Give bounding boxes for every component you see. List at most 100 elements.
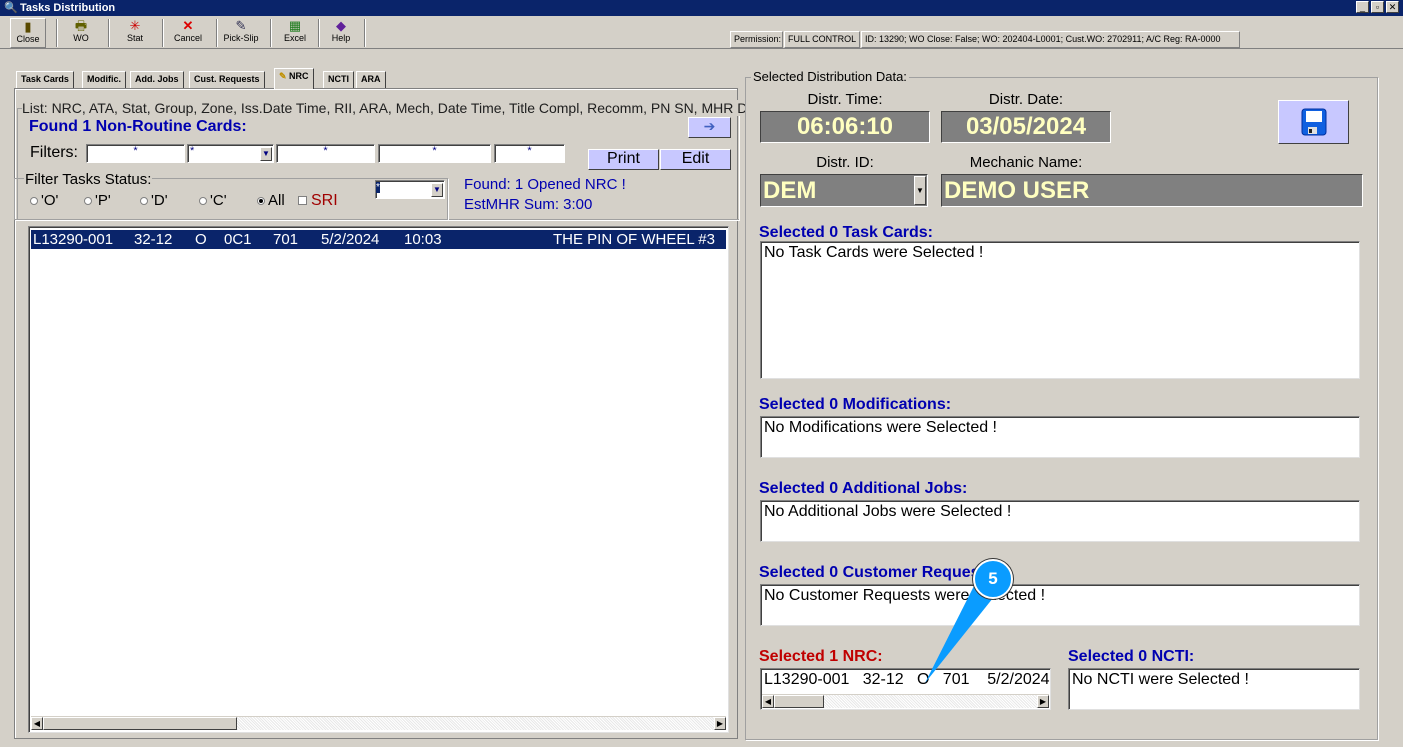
row-nrc: L13290-001 <box>33 231 114 248</box>
selected-ncti-box[interactable]: No NCTI were Selected ! <box>1068 668 1360 710</box>
excel-button[interactable]: ▦ Excel <box>280 18 310 48</box>
toolbar-separator <box>56 19 58 47</box>
row-date: 5/2/2024 <box>321 231 380 248</box>
permission-value: FULL CONTROL <box>784 31 860 48</box>
task-cards-box[interactable]: No Task Cards were Selected ! <box>760 241 1360 379</box>
toolbar-separator <box>108 19 110 47</box>
chevron-down-icon[interactable]: ▼ <box>914 176 926 205</box>
radio-all[interactable]: All <box>257 192 285 209</box>
nrc-horizontal-scrollbar[interactable]: ◀ ▶ <box>762 694 1049 708</box>
stat-button[interactable]: ✳ Stat <box>118 18 152 48</box>
tab-nrc[interactable]: ✎ NRC <box>274 68 314 89</box>
list-columns-caption: List: NRC, ATA, Stat, Group, Zone, Iss.D… <box>22 100 745 116</box>
tab-task-cards[interactable]: Task Cards <box>16 71 74 88</box>
floppy-disk-icon <box>1301 108 1326 136</box>
filter-zone-input[interactable]: * <box>494 144 565 163</box>
help-button[interactable]: ◆ Help <box>326 18 356 48</box>
chevron-down-icon[interactable]: ▼ <box>260 147 272 161</box>
pick-slip-label: Pick-Slip <box>223 33 259 43</box>
edit-button[interactable]: Edit <box>660 149 731 170</box>
table-row[interactable]: L13290-001 32-12 O 0C1 701 5/2/2024 10:0… <box>31 230 726 249</box>
row-zone: 701 <box>273 231 299 248</box>
customer-requests-box[interactable]: No Customer Requests were Selected ! <box>760 584 1360 626</box>
cancel-button[interactable]: ✕ Cancel <box>170 18 206 48</box>
status-filter-label: Filter Tasks Status: <box>24 171 153 188</box>
scroll-thumb[interactable] <box>43 717 237 730</box>
scroll-left-icon[interactable]: ◀ <box>31 717 43 730</box>
help-book-icon: ◆ <box>336 18 346 33</box>
radio-c[interactable]: 'C' <box>199 192 227 209</box>
radio-c-label: 'C' <box>210 192 227 209</box>
tab-customer-requests[interactable]: Cust. Requests <box>189 71 265 88</box>
row-stat: O <box>195 231 207 248</box>
scroll-right-icon[interactable]: ▶ <box>1037 695 1049 708</box>
permission-label: Permission: <box>730 31 783 48</box>
selected-nrc-label: Selected 1 NRC: <box>759 648 883 665</box>
status-combo-value: * <box>376 182 380 193</box>
wo-label: WO <box>73 33 89 43</box>
mechanic-name-value: DEMO USER <box>941 174 1363 207</box>
radio-o[interactable]: 'O' <box>30 192 58 209</box>
filter-nrc-input[interactable]: * <box>86 144 185 163</box>
row-title: THE PIN OF WHEEL #3 <box>553 231 715 248</box>
scroll-left-icon[interactable]: ◀ <box>762 695 774 708</box>
tab-ara[interactable]: ARA <box>356 71 386 88</box>
sri-checkbox[interactable]: SRI <box>298 192 338 210</box>
filter-ata-combo[interactable]: * ▼ <box>187 144 274 163</box>
found-opened-nrc: Found: 1 Opened NRC ! <box>464 176 626 193</box>
scroll-thumb[interactable] <box>774 695 824 708</box>
radio-o-circle[interactable] <box>30 197 38 206</box>
tab-ncti[interactable]: NCTI <box>323 71 354 88</box>
sri-checkbox-box[interactable] <box>298 196 307 206</box>
distr-id-combo[interactable]: DEM ▼ <box>760 174 928 207</box>
row-ata: 32-12 <box>134 231 173 248</box>
filter-group-input[interactable]: * <box>378 144 491 163</box>
tab-additional-jobs[interactable]: Add. Jobs <box>130 71 184 88</box>
notepad-icon: ✎ <box>279 71 290 81</box>
distr-id-label: Distr. ID: <box>816 154 874 171</box>
close-window-button[interactable]: ✕ <box>1386 1 1399 13</box>
radio-all-circle[interactable] <box>257 197 265 206</box>
filter-ata-value: * <box>190 145 195 157</box>
restore-button[interactable]: ▫ <box>1371 1 1384 13</box>
distribution-group-title: Selected Distribution Data: <box>751 69 909 84</box>
scroll-right-icon[interactable]: ▶ <box>714 717 726 730</box>
modifications-box[interactable]: No Modifications were Selected ! <box>760 416 1360 458</box>
radio-p-circle[interactable] <box>84 197 92 206</box>
close-button[interactable]: ▮ Close <box>10 18 46 48</box>
tab-modifications[interactable]: Modific. <box>82 71 126 88</box>
filter-stat-input[interactable]: * <box>276 144 375 163</box>
radio-d-label: 'D' <box>151 192 168 209</box>
chevron-down-icon[interactable]: ▼ <box>431 183 443 197</box>
distr-date-value: 03/05/2024 <box>941 111 1111 143</box>
tab-nrc-label: NRC <box>289 71 309 81</box>
excel-label: Excel <box>283 33 306 43</box>
additional-jobs-box[interactable]: No Additional Jobs were Selected ! <box>760 500 1360 542</box>
wo-info: ID: 13290; WO Close: False; WO: 202404-L… <box>861 31 1240 48</box>
toolbar-separator <box>216 19 218 47</box>
row-time: 10:03 <box>404 231 442 248</box>
nrc-list[interactable]: L13290-001 32-12 O 0C1 701 5/2/2024 10:0… <box>28 226 729 733</box>
title-bar: 🔍 Tasks Distribution <box>0 0 1403 16</box>
excel-icon: ▦ <box>288 18 302 33</box>
horizontal-scrollbar[interactable]: ◀ ▶ <box>31 716 726 730</box>
radio-p[interactable]: 'P' <box>84 192 111 209</box>
radio-d[interactable]: 'D' <box>140 192 168 209</box>
toolbar-separator <box>364 19 366 47</box>
status-combo[interactable]: * ▼ <box>375 180 445 199</box>
minimize-button[interactable]: _ <box>1356 1 1369 13</box>
distr-time-label: Distr. Time: <box>807 91 883 108</box>
radio-p-label: 'P' <box>95 192 111 209</box>
close-label: Close <box>16 34 40 44</box>
additional-jobs-label: Selected 0 Additional Jobs: <box>759 480 968 497</box>
distr-time-value: 06:06:10 <box>760 111 930 143</box>
pick-slip-button[interactable]: ✎ Pick-Slip <box>222 18 260 48</box>
wo-button[interactable]: 🖶 WO <box>64 18 98 48</box>
print-button[interactable]: Print <box>588 149 659 170</box>
app-icon: 🔍 <box>4 2 18 14</box>
save-button[interactable] <box>1278 100 1349 144</box>
arrow-right-button[interactable]: ➔ <box>688 117 731 138</box>
radio-d-circle[interactable] <box>140 197 148 206</box>
mechanic-name-label: Mechanic Name: <box>969 154 1083 171</box>
radio-c-circle[interactable] <box>199 197 207 206</box>
